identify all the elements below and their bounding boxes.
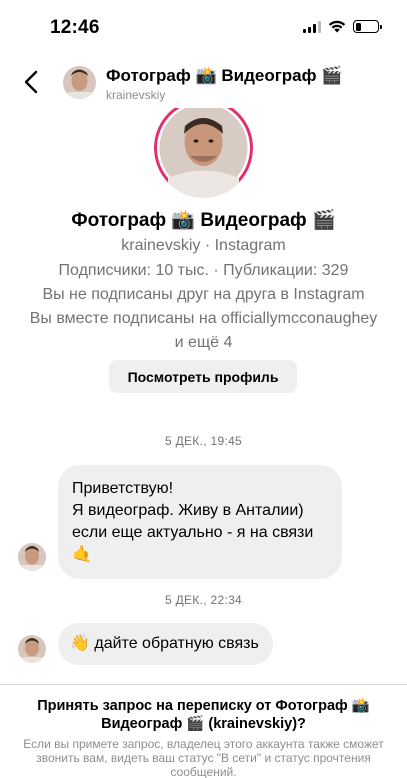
message-request-panel: Принять запрос на переписку от Фотограф … [0, 684, 407, 778]
wifi-icon [328, 20, 346, 33]
message-text: дайте обратную связь [94, 635, 259, 653]
follow-status: Вы не подписаны друг на друга в Instagra… [42, 286, 365, 303]
status-icons [303, 20, 382, 33]
call-me-emoji: 🤙 [72, 546, 92, 563]
message-bubble[interactable]: 👋 дайте обратную связь [58, 623, 273, 666]
sender-avatar[interactable] [18, 543, 46, 571]
status-bar: 12:46 [0, 0, 407, 52]
cellular-signal-icon [303, 20, 321, 33]
profile-subtitle: krainevskiy · Instagram [121, 237, 286, 254]
profile-avatar[interactable] [154, 108, 253, 198]
mutual-followers: Вы вместе подписаны на officiallymcconau… [0, 307, 407, 355]
mutual-followers-line2: и ещё 4 [174, 334, 233, 351]
sender-avatar[interactable] [18, 635, 46, 663]
chevron-left-icon[interactable] [20, 68, 44, 96]
message-line: если еще актуально - я на связи [72, 524, 314, 541]
header-username: krainevskiy [106, 88, 166, 102]
message-timestamp: 5 ДЕК., 22:34 [164, 593, 243, 607]
message-bubble[interactable]: Приветствую! Я видеограф. Живу в Анталии… [58, 465, 342, 579]
message-timestamp: 5 ДЕК., 19:45 [164, 434, 243, 448]
waving-hand-emoji: 👋 [70, 635, 90, 652]
message-line: Я видеограф. Живу в Анталии) [72, 502, 304, 519]
profile-display-name: Фотограф 📸 Видеограф 🎬 [71, 210, 336, 231]
request-title: Принять запрос на переписку от Фотограф … [37, 698, 370, 732]
message-line: Приветствую! [72, 480, 174, 497]
profile-stats: Подписчики: 10 тыс. · Публикации: 329 [58, 262, 349, 279]
mutual-followers-line1: Вы вместе подписаны на officiallymcconau… [29, 310, 378, 327]
request-description: Если вы примете запрос, владелец этого а… [23, 737, 384, 778]
view-profile-button[interactable]: Посмотреть профиль [109, 360, 297, 393]
battery-icon [353, 20, 382, 33]
chat-header: Фотограф 📸 Видеограф 🎬 krainevskiy [0, 52, 407, 114]
header-display-name[interactable]: Фотограф 📸 Видеограф 🎬 [106, 66, 342, 86]
header-avatar[interactable] [63, 66, 96, 99]
status-time: 12:46 [50, 17, 100, 38]
